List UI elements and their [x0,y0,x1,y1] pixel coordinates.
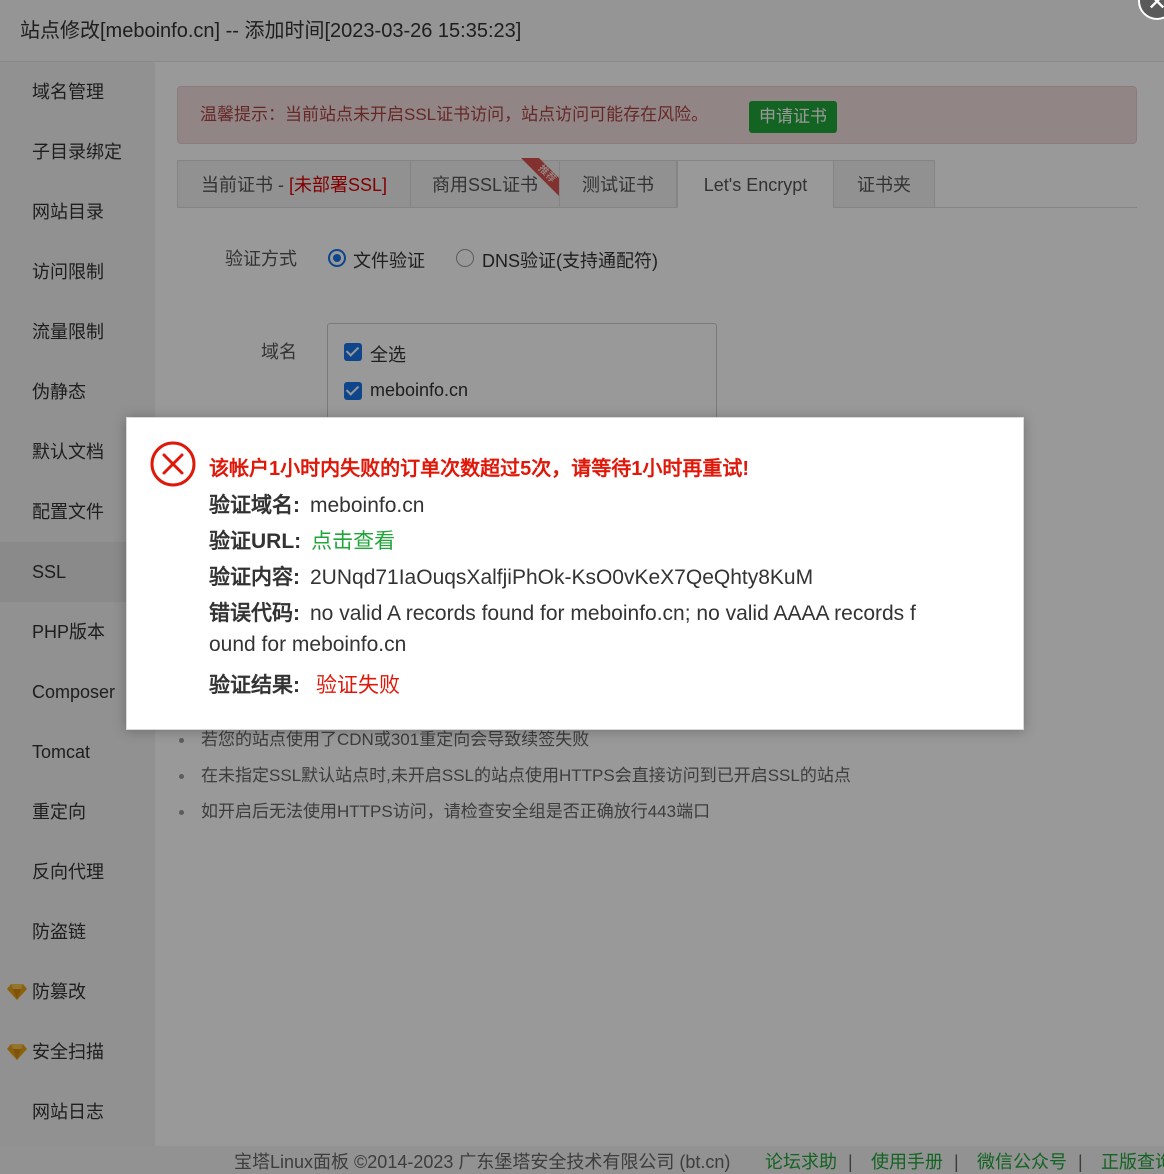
verify-content-value: 2UNqd71IaOuqsXalfjiPhOk-KsO0vKeX7QeQhty8… [310,566,814,589]
error-circle-icon [150,441,196,487]
verify-url-row: 验证URL: 点击查看 [209,525,395,555]
verify-result-key: 验证结果: [209,674,300,697]
verify-domain-row: 验证域名: meboinfo.cn [209,489,424,519]
verify-content-key: 验证内容: [209,566,300,589]
view-url-link[interactable]: 点击查看 [311,530,395,553]
verify-error-dialog: 该帐户1小时内失败的订单次数超过5次，请等待1小时再重试! 验证域名: meboi… [126,417,1024,730]
verify-domain-value: meboinfo.cn [310,494,425,517]
error-title: 该帐户1小时内失败的订单次数超过5次，请等待1小时再重试! [209,458,750,480]
verify-domain-key: 验证域名: [209,494,300,517]
verify-result-value: 验证失败 [316,674,400,697]
error-code-row: 错误代码: no valid A records found for meboin… [209,597,916,627]
verify-url-key: 验证URL: [209,530,302,553]
error-code-value: no valid A records found for meboinfo.cn… [310,602,916,625]
verify-result-row: 验证结果: 验证失败 [209,669,400,699]
error-code-value-continued: ound for meboinfo.cn [209,633,407,656]
error-code-key: 错误代码: [209,602,300,625]
verify-content-row: 验证内容: 2UNqd71IaOuqsXalfjiPhOk-KsO0vKeX7Qe… [209,561,813,591]
